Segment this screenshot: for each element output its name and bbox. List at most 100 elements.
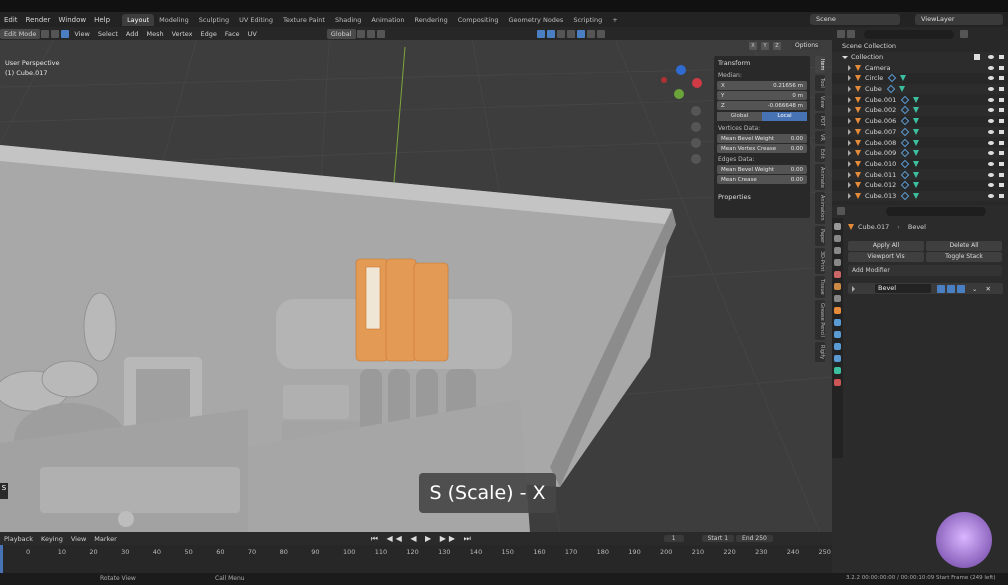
- solid-shading-icon[interactable]: [576, 29, 585, 38]
- tab-rigify[interactable]: Rigify: [815, 342, 825, 363]
- view-layer-selector[interactable]: ViewLayer: [915, 14, 1003, 25]
- eye-icon[interactable]: [988, 87, 994, 92]
- properties-editor-icon[interactable]: [837, 207, 845, 215]
- modifier-icon[interactable]: [901, 191, 910, 201]
- expand-arrow-icon[interactable]: [848, 64, 851, 71]
- gizmo-z[interactable]: [676, 65, 686, 75]
- face-select-icon[interactable]: [61, 29, 70, 38]
- expand-arrow-icon[interactable]: [848, 86, 851, 93]
- mesh-data-icon[interactable]: [913, 118, 920, 125]
- render-icon[interactable]: [999, 97, 1004, 102]
- mode-dropdown[interactable]: Edit Mode: [0, 28, 41, 39]
- tab-uv-editing[interactable]: UV Editing: [234, 14, 278, 26]
- mirror-x-button[interactable]: X: [749, 42, 757, 50]
- mesh-data-icon[interactable]: [913, 107, 920, 114]
- modifier-icon[interactable]: [901, 106, 910, 115]
- menu-uv[interactable]: UV: [244, 30, 261, 38]
- mesh-data-icon[interactable]: [913, 150, 920, 157]
- current-frame-field[interactable]: 1: [663, 535, 684, 542]
- data-tab-icon[interactable]: [834, 367, 841, 374]
- particles-tab-icon[interactable]: [834, 331, 841, 338]
- remove-modifier-icon[interactable]: ✕: [985, 285, 990, 293]
- render-tab-icon[interactable]: [834, 235, 841, 242]
- edit-mode-toggle-icon[interactable]: [937, 284, 945, 293]
- global-toggle[interactable]: Global: [717, 112, 762, 121]
- expand-triangle-icon[interactable]: [842, 55, 848, 59]
- tool-tab-icon[interactable]: [834, 223, 841, 230]
- tab-view[interactable]: View: [815, 93, 825, 111]
- mesh-data-icon[interactable]: [900, 75, 907, 82]
- tab-grease-pencil[interactable]: Grease Pencil: [815, 300, 825, 341]
- modifier-icon[interactable]: [901, 148, 910, 158]
- render-icon[interactable]: [999, 161, 1004, 166]
- outliner-object-row[interactable]: Cube.001: [832, 94, 1008, 105]
- median-x-field[interactable]: X 0.21656 m: [717, 81, 807, 90]
- eye-icon[interactable]: [988, 55, 994, 60]
- toggle-stack-button[interactable]: Toggle Stack: [926, 252, 1002, 262]
- expand-arrow-icon[interactable]: [848, 75, 851, 82]
- menu-select[interactable]: Select: [94, 30, 122, 38]
- gizmo-neg-x[interactable]: [661, 77, 667, 83]
- mean-vertex-crease-field[interactable]: Mean Vertex Crease 0.00: [717, 144, 807, 153]
- delete-all-button[interactable]: Delete All: [926, 241, 1002, 251]
- outliner-object-row[interactable]: Camera: [832, 62, 1008, 74]
- tab-texture-paint[interactable]: Texture Paint: [278, 14, 330, 26]
- mesh-data-icon[interactable]: [913, 128, 920, 135]
- ortho-grid-icon[interactable]: [691, 154, 701, 164]
- tab-compositing[interactable]: Compositing: [453, 14, 504, 26]
- tab-layout[interactable]: Layout: [122, 13, 155, 26]
- modifier-dropdown-icon[interactable]: ⌄: [972, 285, 977, 293]
- add-workspace-button[interactable]: +: [607, 14, 622, 26]
- outliner-object-row[interactable]: Cube.009: [832, 147, 1008, 159]
- viewport-vis-button[interactable]: Viewport Vis: [848, 252, 924, 262]
- render-icon[interactable]: [999, 172, 1004, 177]
- eye-icon[interactable]: [988, 97, 994, 102]
- overlay-toggle-icon[interactable]: [546, 29, 555, 38]
- expand-arrow-icon[interactable]: [848, 107, 851, 114]
- view-layer-tab-icon[interactable]: [834, 259, 841, 266]
- render-icon[interactable]: [999, 55, 1004, 60]
- tab-edit[interactable]: Edit: [815, 145, 825, 162]
- world-tab-icon[interactable]: [834, 283, 841, 290]
- outliner-object-row[interactable]: Cube.013: [832, 190, 1008, 202]
- eye-icon[interactable]: [988, 76, 994, 81]
- display-mode-icon[interactable]: [847, 30, 855, 38]
- local-toggle[interactable]: Local: [762, 112, 807, 121]
- bevel-modifier-panel[interactable]: Bevel ⌄ ✕: [848, 283, 1003, 294]
- modifier-icon[interactable]: [901, 95, 910, 105]
- render-icon[interactable]: [999, 193, 1004, 198]
- collection-row[interactable]: Collection: [832, 51, 1008, 63]
- mesh-data-icon[interactable]: [913, 192, 920, 199]
- eye-icon[interactable]: [988, 65, 994, 70]
- zoom-icon[interactable]: [691, 106, 701, 116]
- outliner-object-row[interactable]: Circle: [832, 73, 1008, 84]
- eye-icon[interactable]: [988, 172, 994, 177]
- menu-vertex[interactable]: Vertex: [168, 30, 197, 38]
- menu-add[interactable]: Add: [122, 30, 143, 38]
- modifier-name-input[interactable]: Bevel: [875, 284, 931, 293]
- eye-icon[interactable]: [988, 193, 994, 198]
- render-icon[interactable]: [999, 183, 1004, 188]
- eye-icon[interactable]: [988, 129, 994, 134]
- render-icon[interactable]: [999, 129, 1004, 134]
- eye-icon[interactable]: [988, 140, 994, 145]
- modifier-icon[interactable]: [901, 116, 910, 126]
- snap-icon[interactable]: [366, 29, 375, 38]
- menu-help[interactable]: Help: [90, 16, 114, 24]
- menu-render[interactable]: Render: [22, 16, 55, 24]
- tab-tool[interactable]: Tool: [815, 75, 825, 92]
- mesh-data-icon[interactable]: [913, 182, 920, 189]
- render-icon[interactable]: [999, 76, 1004, 81]
- mesh-data-icon[interactable]: [913, 160, 920, 167]
- menu-keying[interactable]: Keying: [37, 535, 67, 543]
- render-icon[interactable]: [999, 87, 1004, 92]
- mesh-data-icon[interactable]: [898, 86, 905, 93]
- tab-item[interactable]: Item: [815, 56, 825, 74]
- add-modifier-button[interactable]: Add Modifier: [848, 265, 1002, 276]
- material-tab-icon[interactable]: [834, 379, 841, 386]
- median-y-field[interactable]: Y 0 m: [717, 91, 807, 100]
- transform-title[interactable]: Transform: [714, 56, 810, 70]
- collection-tab-icon[interactable]: [834, 295, 841, 302]
- xray-icon[interactable]: [556, 29, 565, 38]
- tab-vr[interactable]: VR: [815, 130, 825, 144]
